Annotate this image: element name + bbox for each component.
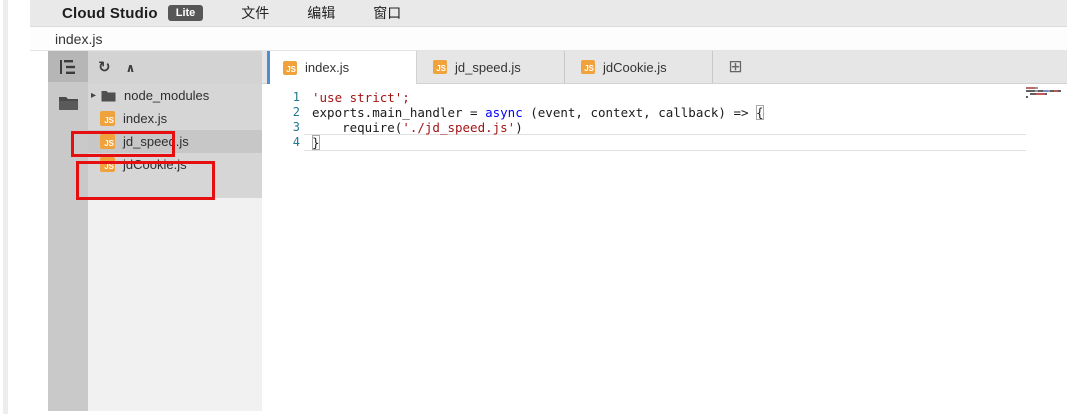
cloud-studio-window: Cloud Studio Lite 文件 编辑 窗口 index.js [30, 0, 1067, 411]
code-line[interactable]: 4} [262, 135, 1067, 150]
code-line[interactable]: 2exports.main_handler = async (event, co… [262, 105, 1067, 120]
code-segment: ) [515, 120, 523, 135]
file-explorer: ↻ ∧ ▸ node_modules JS index.js JS jd_s [88, 51, 262, 411]
collapse-all-icon[interactable]: ∧ [126, 62, 136, 74]
minimap-line [1026, 96, 1067, 98]
menu-bar: Cloud Studio Lite 文件 编辑 窗口 [30, 0, 1067, 27]
page-edge-divider [3, 0, 8, 414]
code-text: require('./jd_speed.js') [300, 120, 523, 135]
breadcrumb: index.js [30, 27, 1067, 51]
code-segment: async [485, 105, 523, 120]
js-file-icon: JS [283, 61, 297, 75]
code-segment: 'use strict'; [312, 90, 410, 105]
file-name: index.js [123, 111, 167, 126]
app-logo: Cloud Studio [62, 5, 158, 22]
js-file-icon: JS [100, 134, 115, 149]
js-file-icon: JS [433, 60, 447, 74]
minimap[interactable] [1026, 84, 1067, 411]
tab-label: jdCookie.js [603, 60, 667, 75]
file-tree: ▸ node_modules JS index.js JS jd_speed.j… [88, 84, 262, 198]
line-number: 1 [262, 90, 300, 105]
minimap-line [1026, 87, 1067, 89]
tree-item-index-js[interactable]: JS index.js [88, 107, 262, 130]
minimap-segment [1026, 87, 1035, 89]
js-file-icon: JS [581, 60, 595, 74]
line-number: 2 [262, 105, 300, 120]
code-text: exports.main_handler = async (event, con… [300, 105, 764, 120]
tree-item-node-modules[interactable]: ▸ node_modules [88, 84, 262, 107]
minimap-line [1026, 93, 1067, 95]
chevron-right-icon[interactable]: ▸ [91, 90, 101, 101]
minimap-segment [1035, 87, 1038, 89]
minimap-segment [1026, 90, 1035, 92]
code-segment: (event, context, callback) => [523, 105, 756, 120]
refresh-icon[interactable]: ↻ [98, 60, 111, 75]
open-file-title: index.js [55, 31, 102, 47]
line-number: 3 [262, 120, 300, 135]
code-lines: 1'use strict';2exports.main_handler = as… [262, 90, 1067, 150]
code-editor[interactable]: 1'use strict';2exports.main_handler = as… [262, 84, 1067, 411]
editor-area: JS index.js JS jd_speed.js JS jdCookie.j… [262, 51, 1067, 411]
tab-label: index.js [305, 60, 349, 75]
left-gap [30, 51, 48, 411]
explorer-view-button[interactable] [48, 51, 88, 82]
code-text: } [300, 135, 320, 150]
plus-icon: ⊞ [728, 57, 742, 77]
file-name: node_modules [124, 88, 209, 103]
folder-icon [101, 90, 116, 102]
matched-bracket: } [312, 135, 320, 150]
menu-window[interactable]: 窗口 [373, 3, 401, 23]
new-tab-button[interactable]: ⊞ [713, 51, 758, 83]
tab-index-js[interactable]: JS index.js [267, 51, 417, 84]
minimap-segment [1045, 93, 1047, 95]
code-text: 'use strict'; [300, 90, 410, 105]
folder-icon [58, 95, 79, 111]
minimap-segment [1026, 96, 1028, 98]
minimap-segment [1058, 90, 1061, 92]
tab-jdcookie-js[interactable]: JS jdCookie.js [565, 51, 713, 83]
minimap-segment [1036, 93, 1045, 95]
menu-file[interactable]: 文件 [241, 3, 269, 23]
menu-edit[interactable]: 编辑 [307, 3, 335, 23]
main-area: ↻ ∧ ▸ node_modules JS index.js JS jd_s [30, 51, 1067, 411]
code-segment: './jd_speed.js' [402, 120, 515, 135]
minimap-line [1026, 90, 1067, 92]
js-file-icon: JS [100, 157, 115, 172]
tab-bar: JS index.js JS jd_speed.js JS jdCookie.j… [262, 51, 1067, 84]
list-tree-icon [59, 59, 78, 75]
explorer-toolbar: ↻ ∧ [88, 51, 262, 84]
file-name: jdCookie.js [123, 157, 187, 172]
activity-bar [48, 51, 88, 411]
line-number: 4 [262, 135, 300, 150]
code-line[interactable]: 3 require('./jd_speed.js') [262, 120, 1067, 135]
js-file-icon: JS [100, 111, 115, 126]
tree-item-jd-speed-js[interactable]: JS jd_speed.js [88, 130, 262, 153]
folder-view-button[interactable] [58, 95, 79, 111]
matched-bracket: { [756, 105, 764, 120]
lite-badge: Lite [168, 5, 204, 21]
code-segment: require( [312, 120, 402, 135]
tab-jd-speed-js[interactable]: JS jd_speed.js [417, 51, 565, 83]
file-name: jd_speed.js [123, 134, 189, 149]
tab-label: jd_speed.js [455, 60, 521, 75]
code-line[interactable]: 1 'use strict'; [262, 90, 1067, 105]
tree-item-jdcookie-js[interactable]: JS jdCookie.js [88, 153, 262, 176]
code-segment: exports.main_handler = [312, 105, 485, 120]
